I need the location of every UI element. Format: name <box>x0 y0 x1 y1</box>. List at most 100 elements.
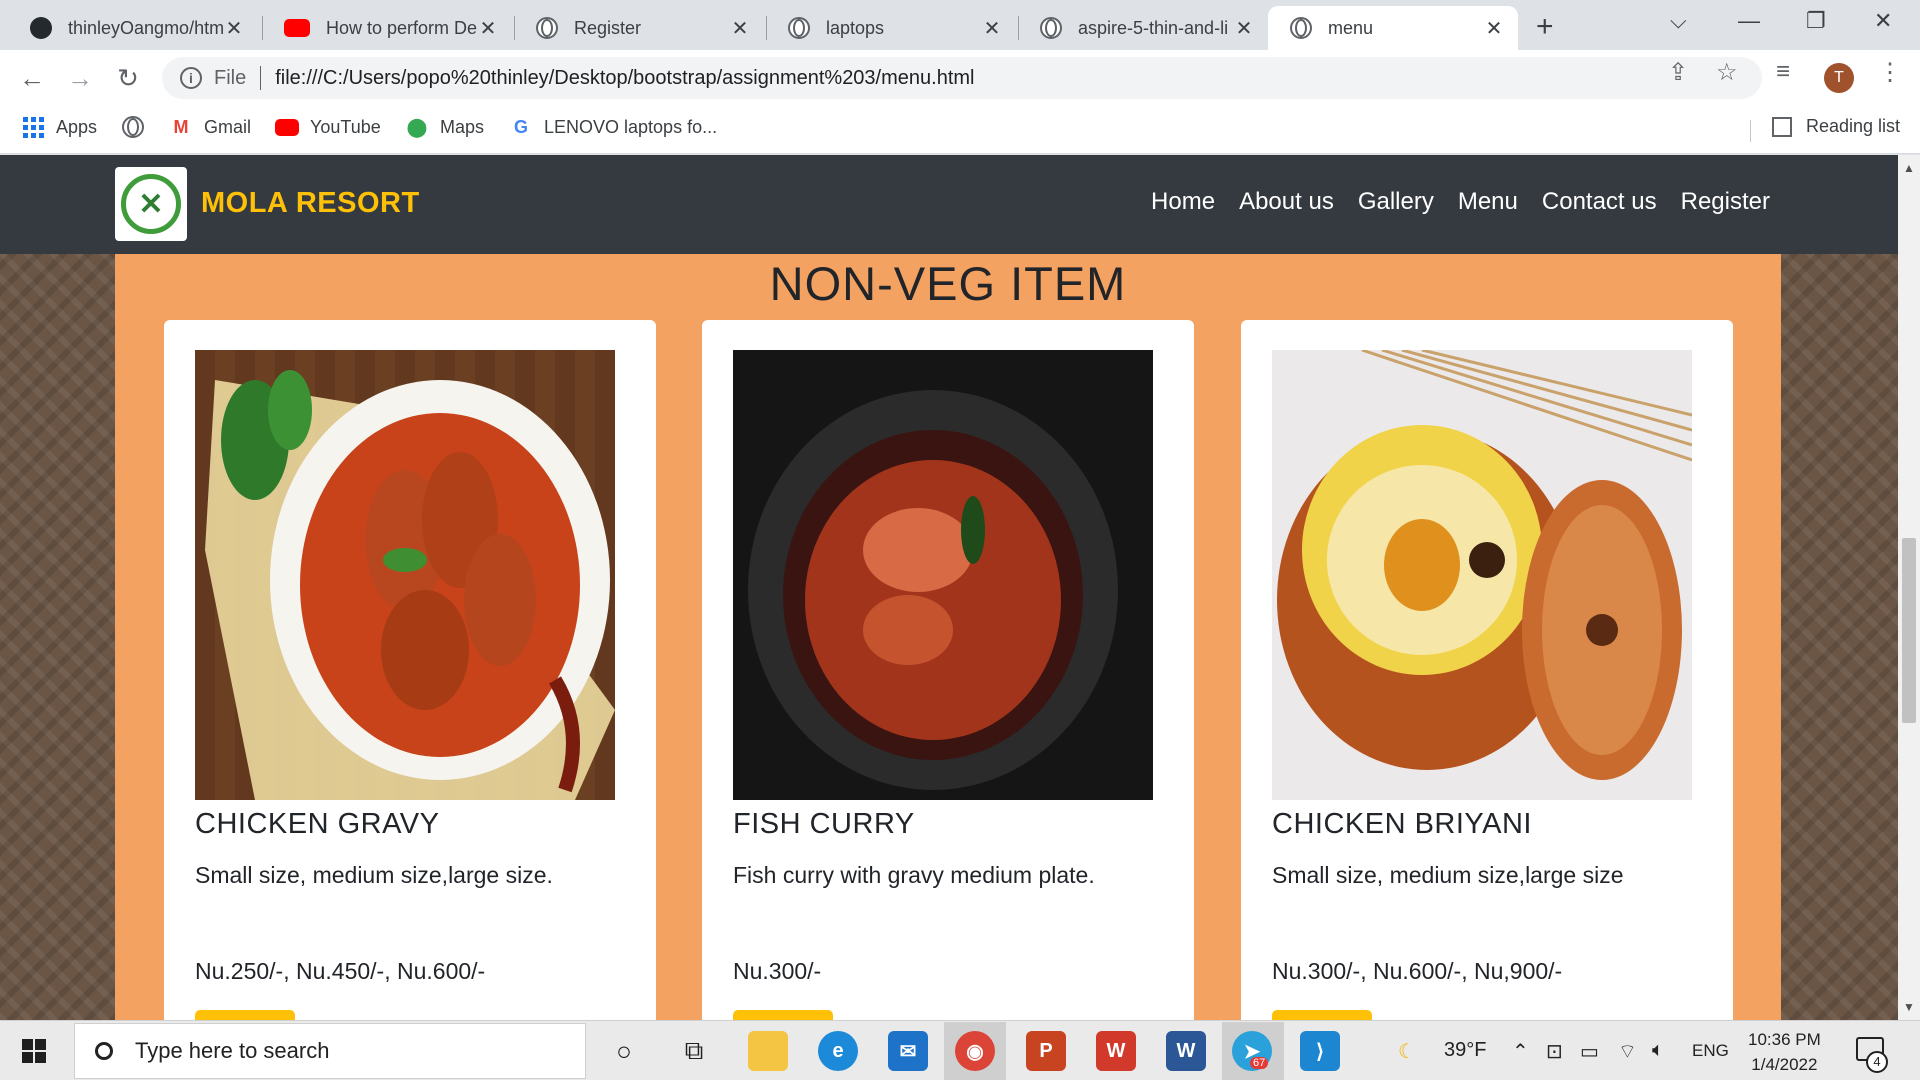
order-button[interactable] <box>195 1010 295 1020</box>
chrome-icon[interactable]: ◉ <box>955 1031 995 1071</box>
restore-button[interactable]: ❐ <box>1806 8 1826 34</box>
item-price: Nu.250/-, Nu.450/-, Nu.600/- <box>195 958 486 984</box>
close-icon[interactable]: ✕ <box>224 16 244 41</box>
item-description: Small size, medium size,large size. <box>195 862 553 888</box>
address-bar[interactable]: i File file:///C:/Users/popo%20thinley/D… <box>162 57 1762 99</box>
meet-now-icon[interactable]: ⊡ <box>1546 1039 1563 1064</box>
globe-icon <box>122 116 144 138</box>
nav-register[interactable]: Register <box>1681 188 1770 216</box>
tab-aspire[interactable]: aspire-5-thin-and-li ✕ <box>1018 6 1268 50</box>
page-scrollbar[interactable]: ▲ ▼ <box>1898 155 1920 1020</box>
youtube-icon <box>275 116 299 138</box>
reload-icon[interactable]: ↻ <box>110 60 146 96</box>
system-clock[interactable]: 10:36 PM 1/4/2022 <box>1748 1027 1821 1077</box>
menu-card: FISH CURRY Fish curry with gravy medium … <box>702 320 1194 1020</box>
bookmark-label: Apps <box>56 116 98 137</box>
powerpoint-icon[interactable]: P <box>1026 1031 1066 1071</box>
bookmark-label: LENOVO laptops fo... <box>544 116 718 137</box>
tab-strip: thinleyOangmo/htm ✕ How to perform De ✕ … <box>0 0 1920 50</box>
nav-contact-us[interactable]: Contact us <box>1542 188 1657 216</box>
close-icon[interactable]: ✕ <box>1484 16 1504 41</box>
profile-avatar[interactable]: T <box>1824 63 1854 93</box>
windows-start-icon[interactable] <box>22 1039 46 1063</box>
order-button[interactable] <box>733 1010 833 1020</box>
youtube-icon <box>284 19 310 37</box>
scroll-up-arrow-icon[interactable]: ▲ <box>1903 161 1915 175</box>
search-icon <box>95 1042 113 1060</box>
bookmark-globe[interactable] <box>122 116 156 138</box>
bookmark-lenovo[interactable]: G LENOVO laptops fo... <box>510 116 717 138</box>
nav-menu[interactable]: Menu <box>1458 188 1518 216</box>
wifi-icon[interactable]: ⌔ <box>1618 1039 1637 1064</box>
bookmark-gmail[interactable]: M Gmail <box>170 116 252 138</box>
telegram-badge: 67 <box>1250 1057 1269 1069</box>
nav-about-us[interactable]: About us <box>1239 188 1334 216</box>
windows-taskbar: Type here to search ○ ⧉ e ✉ ◉ P W W ➤ 67… <box>0 1020 1920 1080</box>
menu-card: CHICKEN BRIYANI Small size, medium size,… <box>1241 320 1733 1020</box>
vscode-icon[interactable]: ⟩ <box>1300 1031 1340 1071</box>
word-icon[interactable]: W <box>1166 1031 1206 1071</box>
window-close-button[interactable]: ✕ <box>1874 8 1892 34</box>
scroll-down-arrow-icon[interactable]: ▼ <box>1903 1000 1915 1014</box>
reading-list-button[interactable]: Reading list <box>1772 116 1900 137</box>
tab-title: How to perform De <box>326 17 478 38</box>
reading-list-label: Reading list <box>1806 116 1901 136</box>
brand-name[interactable]: MOLA RESORT <box>201 187 420 220</box>
tab-title: laptops <box>826 17 885 38</box>
fish-curry-image <box>733 350 1153 800</box>
scheme-label: File <box>214 66 247 89</box>
file-explorer-icon[interactable] <box>748 1031 788 1071</box>
item-title: CHICKEN BRIYANI <box>1272 808 1532 840</box>
weather-moon-icon[interactable]: ☾ <box>1398 1039 1416 1064</box>
language-indicator[interactable]: ENG <box>1692 1041 1729 1061</box>
order-button[interactable] <box>1272 1010 1372 1020</box>
tab-menu[interactable]: menu ✕ <box>1268 6 1518 50</box>
nav-gallery[interactable]: Gallery <box>1358 188 1434 216</box>
google-icon: G <box>513 116 528 137</box>
tab-youtube[interactable]: How to perform De ✕ <box>262 6 512 50</box>
edge-icon[interactable]: e <box>818 1031 858 1071</box>
tray-expand-icon[interactable]: ⌃ <box>1512 1039 1529 1064</box>
tab-github[interactable]: thinleyOangmo/htm ✕ <box>8 6 258 50</box>
tab-search-icon[interactable]: ⌵ <box>1670 8 1687 34</box>
mail-icon[interactable]: ✉ <box>888 1031 928 1071</box>
tab-title: Register <box>574 17 642 38</box>
back-arrow-icon[interactable]: ← <box>14 60 50 96</box>
url-text[interactable]: file:///C:/Users/popo%20thinley/Desktop/… <box>275 67 974 90</box>
share-icon[interactable]: ⇪ <box>1668 58 1688 87</box>
bookmark-star-icon[interactable]: ☆ <box>1716 58 1738 87</box>
minimize-button[interactable]: — <box>1738 8 1760 34</box>
apps-grid-icon <box>22 116 44 138</box>
winrar-icon[interactable]: W <box>1096 1031 1136 1071</box>
close-icon[interactable]: ✕ <box>730 16 750 41</box>
resort-logo[interactable]: ✕ <box>115 167 187 241</box>
bookmark-youtube[interactable]: YouTube <box>275 116 381 138</box>
media-control-icon[interactable]: ≡ <box>1776 58 1790 86</box>
volume-icon[interactable]: 🔈︎ <box>1652 1039 1664 1062</box>
bookmark-maps[interactable]: ⬤ Maps <box>406 116 484 138</box>
task-view-icon[interactable]: ⧉ <box>674 1031 714 1071</box>
clock-date: 1/4/2022 <box>1751 1055 1818 1074</box>
maps-pin-icon: ⬤ <box>406 116 428 137</box>
new-tab-button[interactable]: + <box>1536 10 1554 44</box>
cortana-icon[interactable]: ○ <box>604 1031 644 1071</box>
nav-home[interactable]: Home <box>1151 188 1215 216</box>
tab-laptops[interactable]: laptops ✕ <box>766 6 1016 50</box>
scroll-thumb[interactable] <box>1902 538 1916 723</box>
bookmark-apps[interactable]: Apps <box>22 116 97 138</box>
close-icon[interactable]: ✕ <box>1234 16 1254 41</box>
nav-links: Home About us Gallery Menu Contact us Re… <box>1151 188 1770 216</box>
taskbar-search[interactable]: Type here to search <box>74 1023 586 1079</box>
forward-arrow-icon[interactable]: → <box>62 60 98 96</box>
tab-title: menu <box>1328 17 1374 38</box>
section-title: NON-VEG ITEM <box>769 257 1127 310</box>
close-icon[interactable]: ✕ <box>478 16 498 41</box>
info-icon[interactable]: i <box>180 67 202 89</box>
more-menu-icon[interactable]: ⋮ <box>1878 58 1902 87</box>
tab-register[interactable]: Register ✕ <box>514 6 764 50</box>
site-navbar: ✕ MOLA RESORT Home About us Gallery Menu… <box>0 155 1898 254</box>
item-price: Nu.300/- <box>733 958 822 984</box>
battery-icon[interactable]: ▭ <box>1580 1039 1599 1064</box>
weather-temp[interactable]: 39°F <box>1444 1039 1486 1062</box>
close-icon[interactable]: ✕ <box>982 16 1002 41</box>
